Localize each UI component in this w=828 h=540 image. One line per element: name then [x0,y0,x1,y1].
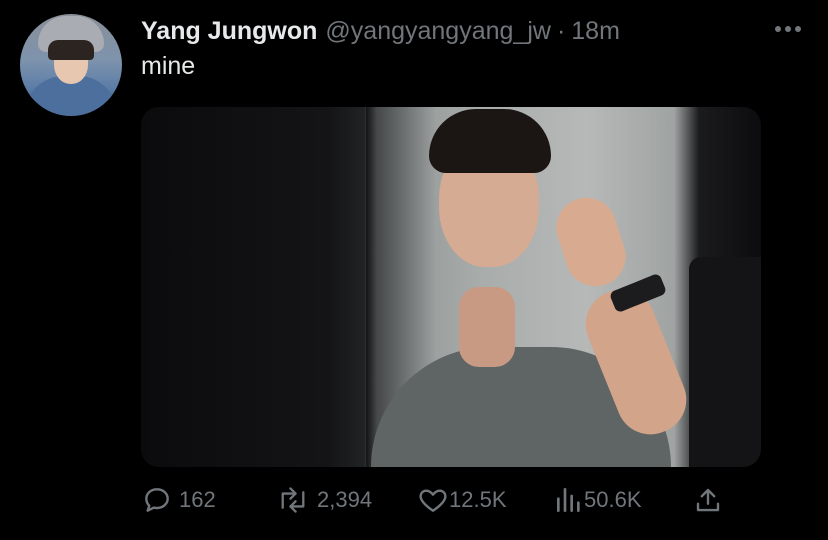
reply-button[interactable]: 162 [141,480,216,520]
tweet-header: Yang Jungwon @yangyangyang_jw · 18m [141,15,620,47]
avatar[interactable] [20,14,122,116]
photo-neck [459,287,515,367]
avatar-hair [48,40,94,60]
views-button[interactable]: 50.6K [554,480,642,520]
tweet-actions: 162 2,394 12.5K 50.6K [141,480,741,520]
more-options-button[interactable] [768,14,808,44]
author-display-name[interactable]: Yang Jungwon [141,17,317,45]
tweet-timestamp[interactable]: 18m [571,17,620,45]
tweet-photo[interactable] [141,107,761,467]
retweet-button[interactable]: 2,394 [275,480,372,520]
share-button[interactable] [693,480,723,520]
header-separator: · [556,17,566,45]
share-icon [696,488,720,512]
photo-chair [689,257,761,467]
views-icon [557,488,580,512]
author-handle[interactable]: @yangyangyang_jw [325,17,551,45]
more-horizontal-icon [775,26,801,32]
like-button[interactable]: 12.5K [417,480,507,520]
like-count: 12.5K [449,487,507,512]
heart-icon [419,489,447,512]
reply-count: 162 [179,487,216,512]
photo-hair [429,109,551,173]
views-count: 50.6K [584,487,642,512]
reply-icon [145,488,169,512]
photo-hand [548,189,634,295]
tweet-text: mine [141,52,196,80]
retweet-count: 2,394 [317,487,373,512]
tweet[interactable]: Yang Jungwon @yangyangyang_jw · 18m mine 16… [0,0,828,540]
retweet-icon [281,487,305,513]
